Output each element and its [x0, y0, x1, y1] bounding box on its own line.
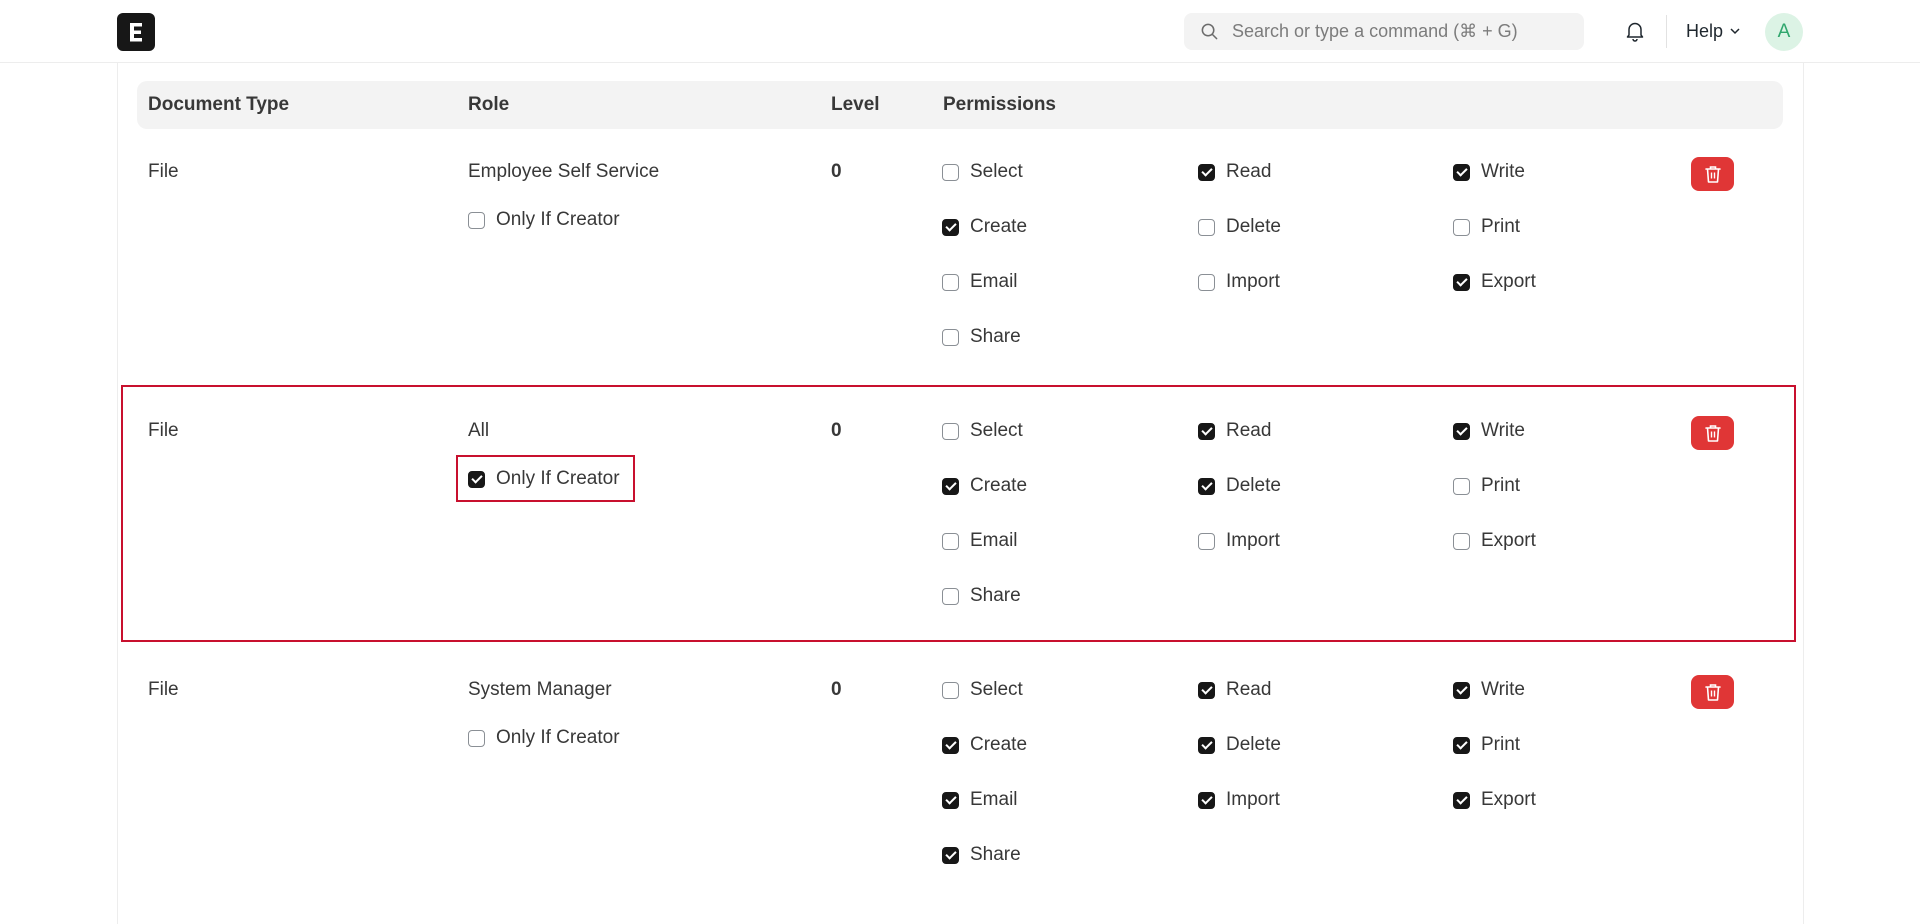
checkbox[interactable] — [1453, 681, 1470, 699]
checkbox[interactable] — [942, 681, 959, 699]
checkbox-label: Email — [970, 789, 1018, 810]
checkbox[interactable] — [942, 273, 959, 291]
checkbox-label: Share — [970, 844, 1021, 865]
permission-checkbox-import[interactable]: Import — [1198, 271, 1280, 293]
permission-checkbox-share[interactable]: Share — [942, 326, 1021, 348]
checkbox-label: Share — [970, 326, 1021, 347]
table-row — [0, 0, 1920, 240]
checkbox[interactable] — [1198, 273, 1215, 291]
checkbox-label: Select — [970, 679, 1023, 700]
permission-checkbox-print[interactable]: Print — [1453, 734, 1520, 756]
delete-button[interactable] — [1691, 675, 1734, 709]
checkbox[interactable] — [1453, 273, 1470, 291]
permission-checkbox-export[interactable]: Export — [1453, 789, 1536, 811]
permission-checkbox-create[interactable]: Create — [942, 734, 1027, 756]
permission-checkbox-read[interactable]: Read — [1198, 679, 1271, 701]
highlight-checkbox-outline — [456, 455, 635, 502]
checkbox-label: Import — [1226, 789, 1280, 810]
checkbox-label: Only If Creator — [496, 727, 620, 748]
document-type-cell: File — [148, 679, 179, 700]
checkbox-label: Email — [970, 271, 1018, 292]
level-cell: 0 — [831, 679, 842, 700]
checkbox-label: Delete — [1226, 734, 1281, 755]
role-cell: System Manager — [468, 679, 612, 700]
checkbox-label: Read — [1226, 679, 1272, 700]
checkbox[interactable] — [1198, 791, 1215, 809]
checkbox-label: Export — [1481, 789, 1536, 810]
checkbox[interactable] — [942, 736, 959, 754]
checkbox[interactable] — [1453, 791, 1470, 809]
checkbox[interactable] — [942, 328, 959, 346]
checkbox[interactable] — [468, 729, 485, 747]
only-if-creator-checkbox[interactable]: Only If Creator — [468, 727, 620, 749]
permission-checkbox-import[interactable]: Import — [1198, 789, 1280, 811]
checkbox[interactable] — [942, 791, 959, 809]
permission-checkbox-share[interactable]: Share — [942, 844, 1021, 866]
checkbox-label: Create — [970, 734, 1028, 755]
permission-checkbox-delete[interactable]: Delete — [1198, 734, 1281, 756]
highlight-row-outline — [121, 385, 1796, 642]
checkbox-label: Import — [1226, 271, 1280, 292]
checkbox-label: Export — [1481, 271, 1536, 292]
checkbox-label: Write — [1481, 679, 1525, 700]
permission-checkbox-write[interactable]: Write — [1453, 679, 1525, 701]
checkbox[interactable] — [1453, 736, 1470, 754]
permission-checkbox-export[interactable]: Export — [1453, 271, 1536, 293]
checkbox-label: Print — [1481, 734, 1521, 755]
checkbox[interactable] — [942, 846, 959, 864]
checkbox[interactable] — [1198, 736, 1215, 754]
trash-icon — [1704, 684, 1721, 701]
permission-checkbox-select[interactable]: Select — [942, 679, 1023, 701]
permission-checkbox-email[interactable]: Email — [942, 789, 1018, 811]
checkbox[interactable] — [1198, 681, 1215, 699]
permission-checkbox-email[interactable]: Email — [942, 271, 1018, 293]
